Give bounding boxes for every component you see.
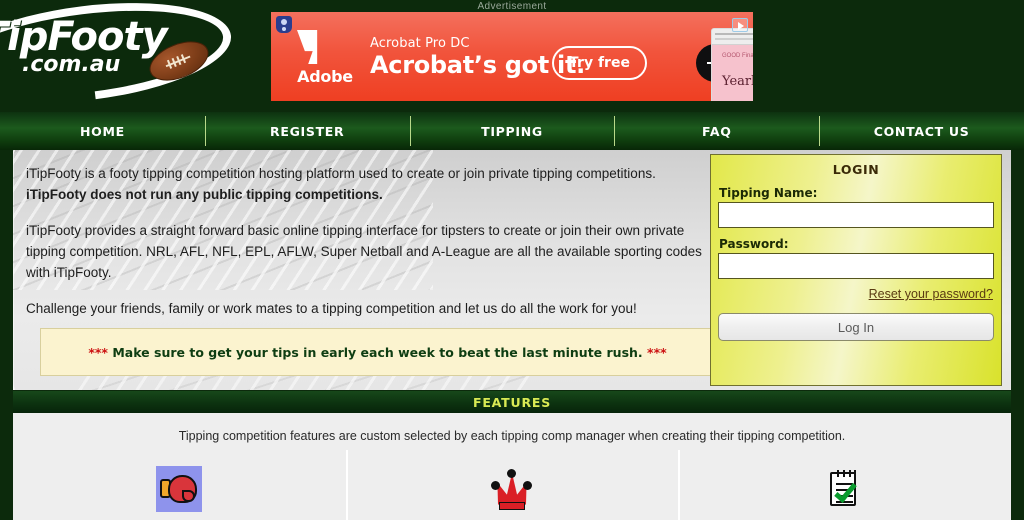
intro-text-bold: iTipFooty does not run any public tippin… [26, 187, 383, 202]
advertisement-banner[interactable]: Adobe Acrobat Pro DC Acrobat’s got it. T… [271, 12, 753, 101]
notice-asterisks-right: *** [647, 344, 667, 360]
feature-columns [13, 450, 1011, 520]
site-header: Advertisement iTipFooty .com.au Adobe Ac… [0, 0, 1024, 112]
intro-text: iTipFooty provides a straight forward ba… [26, 223, 702, 280]
nav-item-register[interactable]: REGISTER [204, 112, 410, 150]
features-section: Tipping competition features are custom … [13, 413, 1011, 520]
reset-password-link[interactable]: Reset your password? [711, 279, 1001, 301]
page-root: Advertisement iTipFooty .com.au Adobe Ac… [0, 0, 1024, 520]
nav-item-tipping[interactable]: TIPPING [409, 112, 615, 150]
adchoices-icon[interactable] [732, 18, 748, 32]
ad-kicker-text: Acrobat Pro DC [370, 36, 470, 51]
ad-doc-brand-label: GOOD Finance Management [722, 53, 753, 59]
nav-item-contact-us[interactable]: CONTACT US [819, 112, 1024, 150]
intro-paragraph-3: Challenge your friends, family or work m… [26, 298, 716, 319]
features-header-bar: FEATURES [13, 391, 1011, 413]
site-logo[interactable]: iTipFooty .com.au [0, 0, 282, 112]
feature-item[interactable] [345, 450, 679, 520]
intro-paragraph-1: iTipFooty is a footy tipping competition… [26, 163, 716, 205]
login-title: LOGIN [832, 162, 880, 177]
password-label: Password: [719, 237, 789, 251]
features-title: FEATURES [472, 394, 552, 410]
password-input[interactable] [718, 253, 994, 279]
adobe-brand-label: Adobe [297, 67, 353, 86]
nav-item-faq[interactable]: FAQ [614, 112, 819, 150]
ad-doc-title-label: Yearly Summary [722, 74, 753, 89]
tipping-name-label: Tipping Name: [719, 186, 818, 200]
main-navigation: HOME REGISTER TIPPING FAQ CONTACT US [0, 112, 1024, 150]
jester-hat-icon [489, 466, 535, 512]
adobe-a-icon [297, 30, 318, 64]
tipping-name-input[interactable] [718, 202, 994, 228]
nav-item-home[interactable]: HOME [0, 112, 205, 150]
intro-copy: iTipFooty is a footy tipping competition… [26, 163, 716, 334]
intro-text: iTipFooty is a footy tipping competition… [26, 166, 656, 181]
login-panel: LOGIN Tipping Name: Password: Reset your… [710, 154, 1002, 386]
log-in-button[interactable]: Log In [718, 313, 994, 341]
try-free-button[interactable]: Try free [552, 46, 647, 80]
logo-domain: .com.au [22, 52, 121, 77]
notepad-check-icon [822, 466, 868, 512]
intro-paragraph-2: iTipFooty provides a straight forward ba… [26, 220, 716, 283]
notice-message: Make sure to get your tips in early each… [112, 344, 643, 360]
notice-text: *** Make sure to get your tips in early … [88, 345, 666, 360]
features-subtitle: Tipping competition features are custom … [178, 429, 846, 443]
feature-item[interactable] [13, 458, 346, 520]
feature-item[interactable] [678, 450, 1011, 520]
notice-asterisks-left: *** [88, 344, 108, 360]
boxing-glove-icon [156, 466, 203, 512]
adobe-logo: Adobe [289, 30, 361, 88]
intro-text: Challenge your friends, family or work m… [26, 301, 637, 316]
notice-banner: *** Make sure to get your tips in early … [40, 328, 715, 376]
ad-document-preview: GOOD Finance Management Yearly Summary [711, 28, 753, 101]
